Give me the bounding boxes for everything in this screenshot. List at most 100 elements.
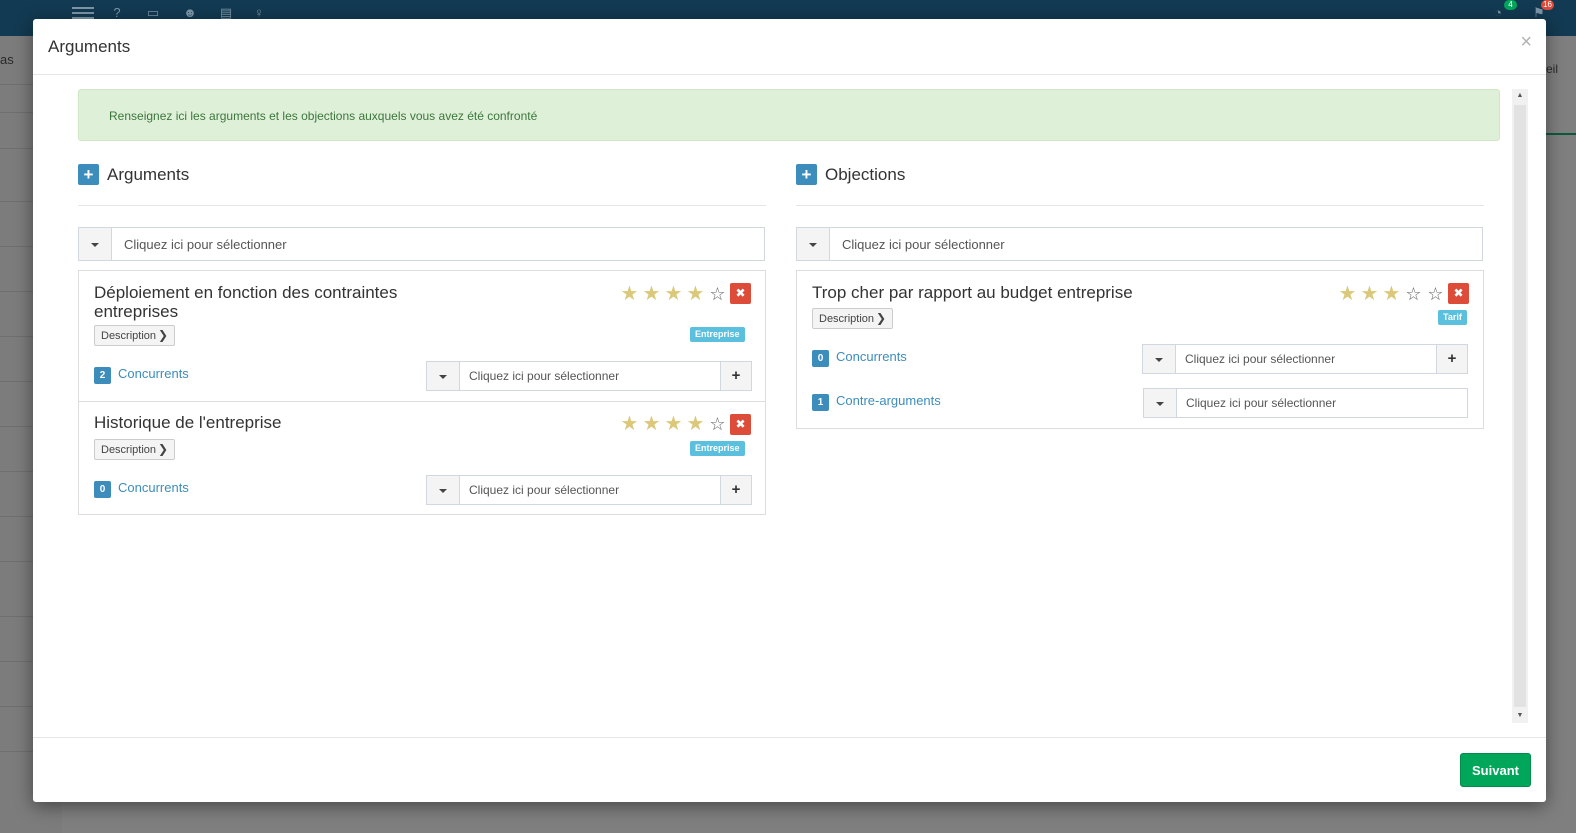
competitor-select[interactable]: Cliquez ici pour sélectionner [1142, 344, 1437, 374]
competitors-link[interactable]: Concurrents [836, 349, 907, 364]
description-label: Description [819, 313, 875, 325]
competitors-count-badge: 0 [812, 350, 829, 367]
competitor-select[interactable]: Cliquez ici pour sélectionner [426, 475, 721, 505]
scrollbar-thumb[interactable] [1514, 105, 1526, 707]
objections-list: Trop cher par rapport au budget entrepri… [796, 270, 1484, 429]
counter-arguments-count-badge: 1 [812, 394, 829, 411]
list-item: Déploiement en fonction des contraintes … [79, 271, 765, 401]
list-item: Trop cher par rapport au budget entrepri… [797, 271, 1483, 428]
add-argument-button[interactable]: + [78, 164, 99, 185]
counter-argument-select[interactable]: Cliquez ici pour sélectionner [1143, 388, 1468, 418]
document-icon: ▤ [219, 5, 233, 20]
modal-header: Arguments × [33, 19, 1546, 75]
competitors-link[interactable]: Concurrents [118, 480, 189, 495]
description-button[interactable]: Description ❯ [812, 308, 894, 329]
competitors-link[interactable]: Concurrents [118, 366, 189, 381]
arguments-title: Arguments [107, 165, 190, 184]
alert-badge: 16 [1541, 0, 1554, 10]
modal-title: Arguments [48, 37, 131, 56]
add-competitor-button[interactable]: + [1436, 344, 1468, 374]
hamburger-menu-icon [72, 4, 94, 20]
arguments-modal: Arguments × ▲ ▼ Renseignez ici les argum… [33, 19, 1546, 802]
chevron-right-icon: ❯ [158, 442, 169, 456]
competitor-select-placeholder: Cliquez ici pour sélectionner [469, 483, 620, 497]
category-tag: Entreprise [690, 327, 745, 342]
bell-icon: ◔ [1494, 5, 1502, 20]
background-label: as [0, 52, 14, 67]
caret-down-icon[interactable] [79, 228, 112, 260]
users-icon: ☻ [183, 5, 197, 20]
close-icon[interactable]: × [1520, 32, 1532, 52]
notification-badge: 4 [1504, 0, 1517, 10]
category-tag: Tarif [1438, 310, 1467, 325]
star-filled-icon[interactable]: ★ [663, 284, 684, 304]
delete-objection-button[interactable]: ✖ [1448, 283, 1469, 304]
arguments-list: Déploiement en fonction des contraintes … [78, 270, 766, 515]
description-button[interactable]: Description ❯ [94, 325, 176, 346]
star-filled-icon[interactable]: ★ [685, 414, 706, 434]
objections-header: + Objections [796, 164, 1484, 206]
objection-select[interactable]: Cliquez ici pour sélectionner [796, 227, 1483, 261]
description-label: Description [101, 444, 157, 456]
chevron-right-icon: ❯ [876, 311, 887, 325]
money-icon: ▭ [146, 5, 160, 20]
star-empty-icon[interactable]: ☆ [707, 414, 728, 434]
list-item: Historique de l'entreprise ★ ★ ★ ★ ☆ ✖ D… [79, 402, 765, 514]
modal-body: ▲ ▼ Renseignez ici les arguments et les … [33, 75, 1546, 738]
scroll-down-icon[interactable]: ▼ [1512, 709, 1528, 723]
argument-title: Historique de l'entreprise [94, 413, 282, 432]
scroll-up-icon[interactable]: ▲ [1512, 89, 1528, 103]
star-rating[interactable]: ★ ★ ★ ☆ ☆ [1337, 284, 1446, 304]
info-alert: Renseignez ici les arguments et les obje… [78, 89, 1500, 141]
category-tag: Entreprise [690, 441, 745, 456]
competitors-count-badge: 0 [94, 481, 111, 498]
star-rating[interactable]: ★ ★ ★ ★ ☆ [619, 414, 728, 434]
star-filled-icon[interactable]: ★ [1359, 284, 1380, 304]
help-icon: ? [113, 5, 121, 20]
delete-argument-button[interactable]: ✖ [730, 283, 751, 304]
star-filled-icon[interactable]: ★ [641, 284, 662, 304]
argument-select-placeholder: Cliquez ici pour sélectionner [124, 236, 287, 252]
objections-title: Objections [825, 165, 906, 184]
add-objection-button[interactable]: + [796, 164, 817, 185]
star-filled-icon[interactable]: ★ [619, 284, 640, 304]
competitors-count-badge: 2 [94, 367, 111, 384]
star-filled-icon[interactable]: ★ [1381, 284, 1402, 304]
add-competitor-button[interactable]: + [720, 475, 752, 505]
caret-down-icon[interactable] [427, 476, 460, 504]
counter-argument-select-placeholder: Cliquez ici pour sélectionner [1186, 396, 1337, 410]
competitor-select-placeholder: Cliquez ici pour sélectionner [469, 369, 620, 383]
competitor-select[interactable]: Cliquez ici pour sélectionner [426, 361, 721, 391]
caret-down-icon[interactable] [1143, 345, 1176, 373]
star-empty-icon[interactable]: ☆ [1425, 284, 1446, 304]
star-rating[interactable]: ★ ★ ★ ★ ☆ [619, 284, 728, 304]
background-divider [1546, 133, 1576, 135]
competitor-select-placeholder: Cliquez ici pour sélectionner [1185, 352, 1336, 366]
lightbulb-icon: ♀ [254, 5, 264, 20]
modal-footer: Suivant [33, 737, 1546, 802]
star-filled-icon[interactable]: ★ [1337, 284, 1358, 304]
caret-down-icon[interactable] [1144, 389, 1177, 417]
argument-title: Déploiement en fonction des contraintes … [94, 283, 398, 321]
caret-down-icon[interactable] [797, 228, 830, 260]
star-filled-icon[interactable]: ★ [641, 414, 662, 434]
argument-select[interactable]: Cliquez ici pour sélectionner [78, 227, 765, 261]
next-button[interactable]: Suivant [1460, 753, 1531, 787]
counter-arguments-link[interactable]: Contre-arguments [836, 393, 941, 408]
description-label: Description [101, 330, 157, 342]
chevron-right-icon: ❯ [158, 328, 169, 342]
star-filled-icon[interactable]: ★ [619, 414, 640, 434]
caret-down-icon[interactable] [427, 362, 460, 390]
star-empty-icon[interactable]: ☆ [707, 284, 728, 304]
star-empty-icon[interactable]: ☆ [1403, 284, 1424, 304]
arguments-header: + Arguments [78, 164, 766, 206]
background-label-right: eil [1546, 62, 1559, 76]
star-filled-icon[interactable]: ★ [663, 414, 684, 434]
description-button[interactable]: Description ❯ [94, 439, 176, 460]
add-competitor-button[interactable]: + [720, 361, 752, 391]
star-filled-icon[interactable]: ★ [685, 284, 706, 304]
objection-select-placeholder: Cliquez ici pour sélectionner [842, 236, 1005, 252]
delete-argument-button[interactable]: ✖ [730, 414, 751, 435]
scrollbar[interactable]: ▲ ▼ [1512, 89, 1528, 723]
objection-title: Trop cher par rapport au budget entrepri… [812, 283, 1133, 302]
